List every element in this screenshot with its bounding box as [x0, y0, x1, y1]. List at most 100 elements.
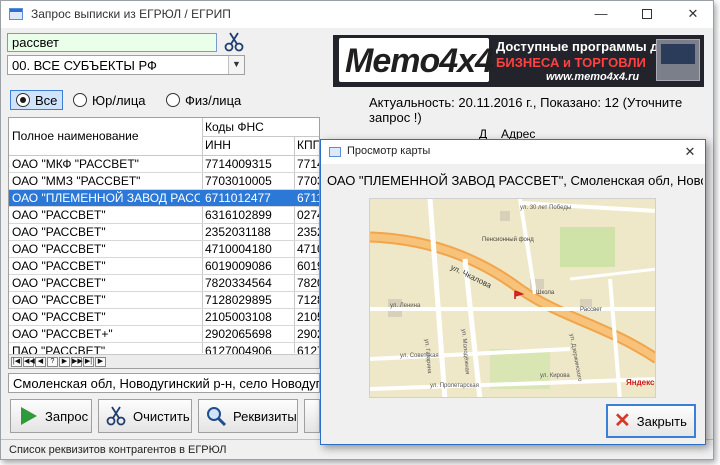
col-fns-header: Коды ФНС	[205, 120, 264, 134]
dialog-title-bar[interactable]: Просмотр карты ✕	[321, 140, 705, 164]
cell-inn: 4710004180	[205, 242, 272, 256]
search-input[interactable]	[7, 33, 217, 52]
map-view[interactable]: ул. Чкалова ул. Молодёжная ул. Гагарина …	[369, 198, 656, 398]
title-bar[interactable]: Запрос выписки из ЕГРЮЛ / ЕГРИП — ✕	[1, 1, 713, 28]
cell-inn: 2902065698	[205, 327, 272, 341]
status-line: Актуальность: 20.11.2016 г., Показано: 1…	[369, 95, 683, 125]
region-value: 00. ВСЕ СУБЪЕКТЫ РФ	[12, 58, 157, 73]
requisites-button[interactable]: Реквизиты	[198, 399, 298, 433]
results-grid[interactable]: Полное наименование Коды ФНС ИНН КПП ОАО…	[8, 117, 320, 369]
magnifier-icon	[207, 407, 227, 427]
query-button[interactable]: Запрос	[10, 399, 92, 433]
dialog-firm-text: ОАО "ПЛЕМЕННОЙ ЗАВОД РАССВЕТ", Смоленска…	[327, 173, 703, 188]
cell-inn: 6316102899	[205, 208, 272, 222]
nav-button[interactable]: ▶▶	[71, 356, 83, 367]
scissors-icon	[224, 32, 244, 52]
filter-fiz-radio[interactable]: Физ/лица	[166, 90, 241, 110]
cell-inn: 7714009315	[205, 157, 272, 171]
close-button[interactable]: ✕	[673, 1, 713, 28]
dialog-icon	[329, 147, 341, 157]
maximize-icon	[642, 9, 652, 19]
dialog-close-button[interactable]: ✕	[679, 142, 701, 162]
map-image: ул. Чкалова ул. Молодёжная ул. Гагарина …	[370, 199, 655, 397]
svg-text:ул. Пролетарская: ул. Пролетарская	[430, 383, 479, 389]
ad-banner[interactable]: Memo4x4 Доступные программы для БИЗНЕСА …	[333, 35, 704, 87]
nav-button[interactable]: ◀	[35, 356, 46, 367]
table-row[interactable]: ОАО "РАССВЕТ" 6316102899 0274	[9, 207, 319, 224]
cell-inn: 7703010005	[205, 174, 272, 188]
scissors-icon	[106, 406, 126, 426]
svg-text:ул. Советская: ул. Советская	[400, 353, 439, 359]
svg-text:ул. Кирова: ул. Кирова	[540, 373, 570, 379]
cell-kpp: 2352	[297, 225, 319, 239]
maximize-button[interactable]	[627, 1, 667, 28]
banner-url: www.memo4x4.ru	[546, 71, 640, 83]
svg-text:ул. Ленина: ул. Ленина	[390, 303, 421, 309]
cell-kpp: 6019	[297, 259, 319, 273]
table-row[interactable]: ОАО "РАССВЕТ" 7128029895 7128	[9, 292, 319, 309]
table-row[interactable]: ОАО "РАССВЕТ" 2105003108 2105	[9, 309, 319, 326]
table-row[interactable]: ОАО "МКФ "РАССВЕТ" 7714009315 7714	[9, 156, 319, 173]
svg-text:Пенсионный фонд: Пенсионный фонд	[482, 236, 534, 243]
cell-kpp: 6711	[297, 191, 319, 205]
radio-dot	[166, 93, 180, 107]
col-name-header[interactable]: Полное наименование	[12, 129, 139, 143]
filter-all-radio[interactable]: Все	[10, 90, 64, 110]
svg-text:Яндекс: Яндекс	[626, 378, 655, 387]
table-row[interactable]: ОАО "ПЛЕМЕННОЙ ЗАВОД РАСС 6711012477 6711	[9, 190, 319, 207]
minimize-button[interactable]: —	[581, 1, 621, 28]
cell-kpp: 4710	[297, 242, 319, 256]
region-select[interactable]: 00. ВСЕ СУБЪЕКТЫ РФ ▼	[7, 55, 245, 75]
cell-kpp: 7820	[297, 276, 319, 290]
main-window: Запрос выписки из ЕГРЮЛ / ЕГРИП — ✕ 00. …	[0, 0, 714, 460]
table-row[interactable]: ОАО "ММЗ "РАССВЕТ" 7703010005 7703	[9, 173, 319, 190]
cell-inn: 2352031188	[205, 225, 271, 239]
window-title: Запрос выписки из ЕГРЮЛ / ЕГРИП	[31, 7, 231, 21]
grid-navigator: |◀ ◀◀ ◀? ▶ ▶▶ ▶| ▶	[9, 354, 319, 368]
cell-name: ОАО "РАССВЕТ+"	[12, 327, 113, 341]
filter-ur-radio[interactable]: Юр/лица	[73, 90, 146, 110]
cell-kpp: 7703	[297, 174, 319, 188]
app-icon	[9, 8, 23, 20]
cell-inn: 7820334564	[205, 276, 272, 290]
grid-rows: ОАО "МКФ "РАССВЕТ" 7714009315 7714 ОАО "ММЗ…	[9, 156, 319, 360]
dialog-close-text-button[interactable]: ✕ Закрыть	[606, 404, 696, 438]
cell-kpp: 2902	[297, 327, 319, 341]
cell-kpp: 7714	[297, 157, 319, 171]
clear-button[interactable]: Очистить	[98, 399, 192, 433]
nav-button[interactable]: ▶	[95, 356, 106, 367]
cell-name: ОАО "ПЛЕМЕННОЙ ЗАВОД РАСС	[12, 191, 200, 205]
radio-dot	[16, 93, 30, 107]
nav-button[interactable]: ◀◀	[23, 356, 35, 367]
cell-name: ОАО "ММЗ "РАССВЕТ"	[12, 174, 141, 188]
more-button[interactable]	[304, 399, 320, 433]
cell-name: ОАО "РАССВЕТ"	[12, 276, 106, 290]
cell-kpp: 0274	[297, 208, 319, 222]
dialog-title: Просмотр карты	[347, 145, 431, 157]
nav-button[interactable]: ▶	[59, 356, 70, 367]
banner-line-2: БИЗНЕСА и ТОРГОВЛИ	[496, 55, 646, 70]
table-row[interactable]: ОАО "РАССВЕТ+" 2902065698 2902	[9, 326, 319, 343]
cell-name: ОАО "МКФ "РАССВЕТ"	[12, 157, 139, 171]
cell-name: ОАО "РАССВЕТ"	[12, 225, 106, 239]
cell-name: ОАО "РАССВЕТ"	[12, 259, 106, 273]
nav-button[interactable]: ▶|	[83, 356, 94, 367]
table-row[interactable]: ОАО "РАССВЕТ" 6019009086 6019	[9, 258, 319, 275]
col-inn-header[interactable]: ИНН	[205, 138, 231, 152]
chevron-down-icon[interactable]: ▼	[228, 56, 244, 74]
play-icon	[21, 407, 37, 425]
col-kpp-header[interactable]: КПП	[297, 138, 319, 152]
table-row[interactable]: ОАО "РАССВЕТ" 4710004180 4710	[9, 241, 319, 258]
table-row[interactable]: ОАО "РАССВЕТ" 7820334564 7820	[9, 275, 319, 292]
cell-kpp: 2105	[297, 310, 319, 324]
computer-icon	[656, 39, 700, 81]
cell-inn: 6711012477	[205, 191, 271, 205]
address-field[interactable]: Смоленская обл, Новодугинский р-н, село …	[8, 373, 320, 393]
cell-name: ОАО "РАССВЕТ"	[12, 310, 106, 324]
clear-search-button[interactable]	[223, 31, 245, 53]
cell-name: ОАО "РАССВЕТ"	[12, 293, 106, 307]
nav-button[interactable]: ?	[47, 356, 58, 367]
banner-line-1: Доступные программы для	[496, 39, 675, 54]
table-row[interactable]: ОАО "РАССВЕТ" 2352031188 2352	[9, 224, 319, 241]
nav-button[interactable]: |◀	[11, 356, 22, 367]
